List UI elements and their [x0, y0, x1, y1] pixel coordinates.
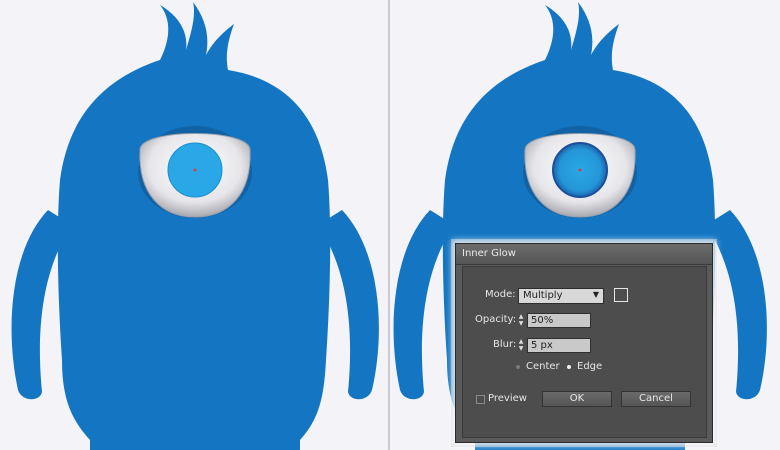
- center-radio[interactable]: [516, 365, 520, 369]
- opacity-field[interactable]: 50%: [527, 313, 591, 328]
- preview-label: Preview: [488, 393, 527, 404]
- glow-color-swatch[interactable]: [614, 288, 628, 302]
- opacity-label: Opacity:: [475, 314, 517, 325]
- blur-value: 5 px: [531, 340, 553, 351]
- spinner-arrows-icon[interactable]: ▲ ▼: [517, 313, 525, 327]
- cancel-button[interactable]: Cancel: [621, 391, 691, 407]
- opacity-value: 50%: [531, 315, 554, 326]
- blur-field[interactable]: 5 px: [527, 338, 591, 353]
- dialog-body: Mode: Multiply ▼ Opacity: ▲ ▼ 50% Blur: ▲…: [462, 266, 707, 438]
- preview-checkbox[interactable]: [476, 395, 485, 404]
- center-label: Center: [526, 361, 560, 372]
- chevron-down-icon: ▼: [592, 290, 599, 299]
- mode-label: Mode:: [485, 289, 516, 300]
- left-artwork-panel: [0, 0, 390, 450]
- mode-select-value: Multiply: [523, 290, 563, 301]
- edge-label: Edge: [577, 361, 603, 372]
- spinner-arrows-icon[interactable]: ▲ ▼: [517, 338, 525, 352]
- dialog-title: Inner Glow: [462, 248, 516, 259]
- dialog-title-bar[interactable]: Inner Glow: [456, 244, 712, 265]
- inner-glow-dialog: Inner Glow Mode: Multiply ▼ Opacity: ▲ ▼ …: [455, 243, 713, 443]
- ok-button[interactable]: OK: [542, 391, 612, 407]
- mode-select[interactable]: Multiply ▼: [518, 288, 604, 304]
- edge-radio[interactable]: [567, 365, 571, 369]
- monster-body-shape: [57, 2, 331, 450]
- blur-label: Blur:: [493, 339, 517, 350]
- monster-illustration-before: [11, 2, 379, 450]
